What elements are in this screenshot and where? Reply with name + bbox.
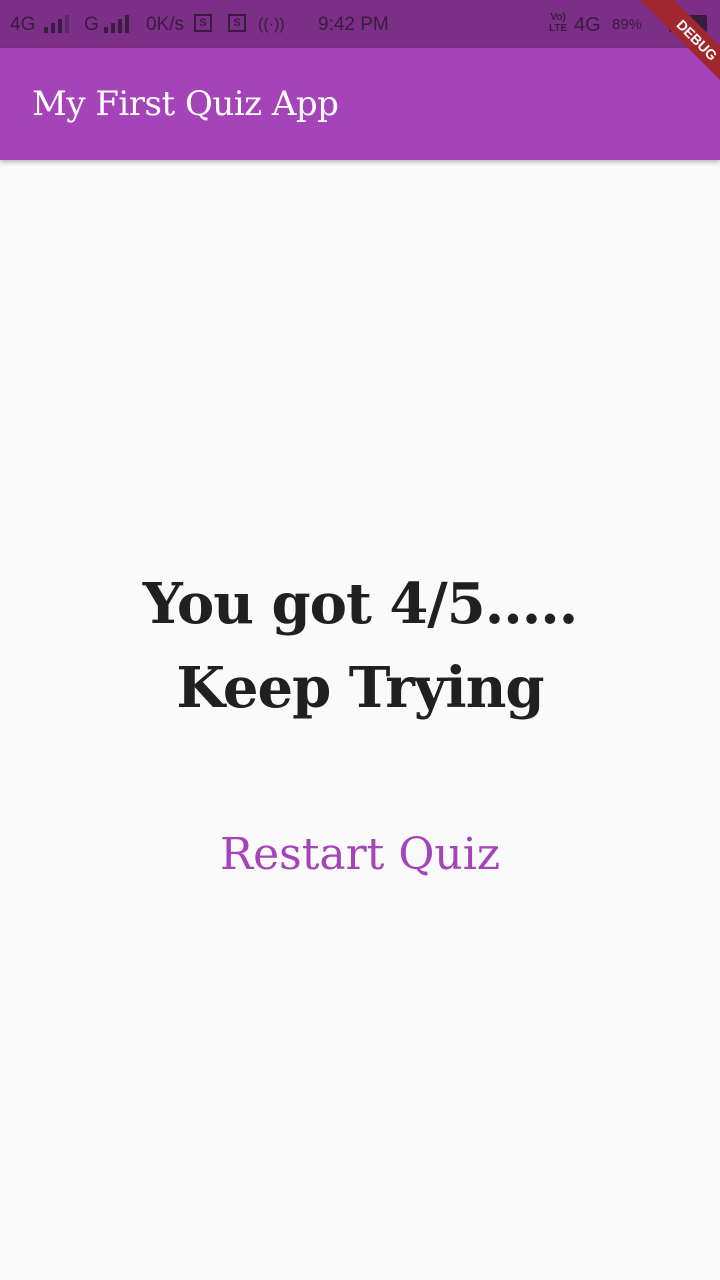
network-type-label: 4G xyxy=(10,14,36,35)
volte-top-label: Vo) xyxy=(550,12,566,23)
restart-quiz-button[interactable]: Restart Quiz xyxy=(204,800,516,910)
sim-icon: S xyxy=(194,14,212,32)
network-speed-label: 0K/s xyxy=(146,14,185,35)
result-message: You got 4/5..... Keep Trying xyxy=(0,562,720,730)
network-type-label-2: G xyxy=(84,14,99,35)
hotspot-icon: ((·)) xyxy=(258,16,285,33)
status-bar: 4G G 0K/s S S ((·)) 9:42 PM Vo) LTE 4G 8… xyxy=(0,0,720,48)
battery-icon xyxy=(669,15,707,32)
encouragement-text: Keep Trying xyxy=(176,655,544,721)
volte-indicator: Vo) LTE xyxy=(549,12,567,34)
app-title: My First Quiz App xyxy=(32,84,339,124)
sim-icon-2: S xyxy=(228,14,246,32)
score-text: You got 4/5..... xyxy=(142,571,578,637)
signal-strength-icon-2 xyxy=(104,15,129,33)
signal-strength-icon xyxy=(44,15,69,33)
app-bar: My First Quiz App xyxy=(0,48,720,160)
volte-bottom-label: LTE xyxy=(549,23,568,34)
network-type-label-right: 4G xyxy=(574,14,601,36)
battery-percent: 89% xyxy=(612,16,643,33)
clock: 9:42 PM xyxy=(318,14,389,35)
